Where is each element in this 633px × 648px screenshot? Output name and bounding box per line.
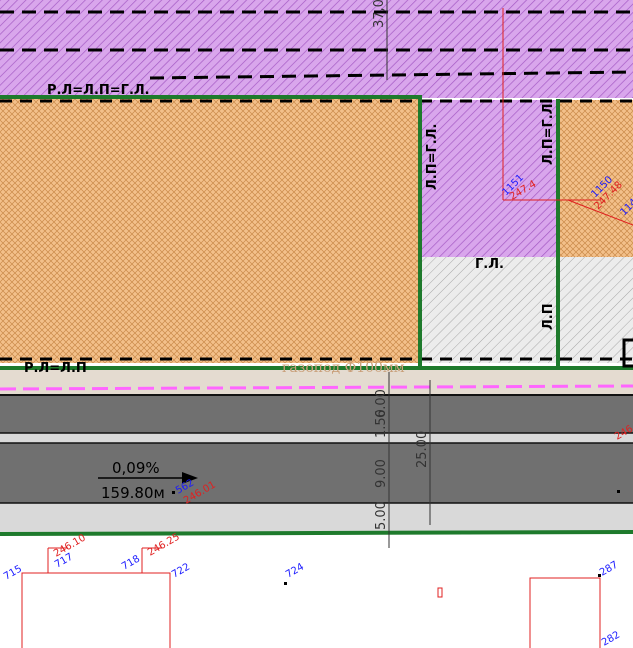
gray-zone-middle	[420, 257, 558, 363]
building-outline-right	[529, 577, 601, 648]
gray-zone-right	[558, 257, 633, 363]
road-median	[0, 433, 633, 443]
point-marker-right	[617, 490, 620, 493]
zone-label-top: Р.Л=Л.П=Г.Л.	[47, 83, 150, 98]
orange-zone-right	[558, 100, 633, 257]
dimension-9-00: 9.00	[374, 459, 389, 488]
road-lane-top	[0, 395, 633, 433]
dimension-top-vertical: 37,0	[372, 0, 387, 28]
point-label-722: 722	[170, 562, 192, 581]
site-plan-map: Р.Л=Л.П=Г.Л. Р.Л=Л.П Г.Л. Л.П=Г.Л. Л.П=Г…	[0, 0, 633, 648]
point-marker-724	[284, 582, 287, 585]
zone-label-vertical-3: Л.П	[541, 303, 556, 330]
building-outline-left	[21, 572, 171, 648]
point-label-724: 724	[284, 562, 306, 581]
gas-pipe-label: газопод Ф100мм	[282, 360, 405, 376]
slope-percent: 0,09%	[112, 459, 160, 477]
point-label-715: 715	[2, 564, 24, 583]
dimension-25-00: 25.00	[415, 431, 430, 468]
road-shoulder	[0, 503, 633, 533]
green-line-road-bottom	[0, 530, 633, 536]
point-label-718: 718	[120, 554, 142, 573]
point-marker-562	[172, 491, 175, 494]
road-lane-bottom	[0, 443, 633, 503]
orange-zone-left	[0, 98, 420, 363]
point-label-282: 282	[600, 630, 622, 648]
zone-label-vertical-1: Л.П=Г.Л.	[425, 124, 440, 190]
dimension-5-00: 5.00	[374, 501, 389, 530]
zone-label-bottom: Р.Л=Л.П	[24, 361, 87, 376]
elevation-label-2: 246.25	[146, 532, 182, 559]
purple-zone-middle	[420, 100, 558, 257]
small-red-mark	[437, 587, 443, 598]
zone-label-gl: Г.Л.	[475, 257, 504, 272]
point-label-287: 287	[598, 560, 620, 579]
slope-length: 159.80м	[101, 484, 165, 502]
zone-label-vertical-2: Л.П=Г.Л.	[541, 99, 556, 165]
dimension-1-50: 1.50	[374, 409, 389, 438]
